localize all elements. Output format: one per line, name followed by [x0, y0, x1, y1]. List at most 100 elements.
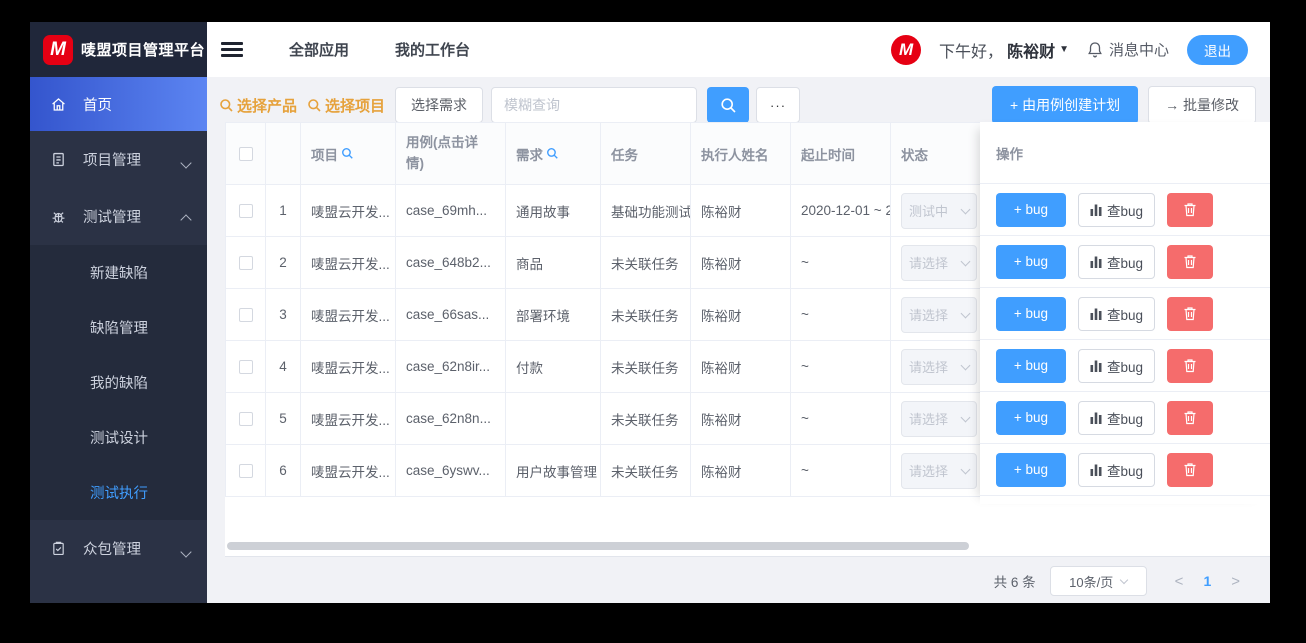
select-project-link[interactable]: 选择项目	[307, 95, 385, 116]
view-bug-button[interactable]: 查bug	[1078, 296, 1156, 331]
sidebar-item-test-mgmt[interactable]: 测试管理	[30, 188, 207, 245]
delete-button[interactable]	[1167, 296, 1214, 331]
pager: < 1 >	[1161, 573, 1254, 590]
operations-row: + bug 查bug	[980, 340, 1270, 392]
trash-icon	[1184, 307, 1196, 321]
add-bug-button[interactable]: + bug	[996, 452, 1066, 487]
select-requirement-button[interactable]: 选择需求	[395, 87, 484, 123]
add-bug-button[interactable]: + bug	[996, 400, 1066, 435]
view-bug-label: 查bug	[1107, 411, 1144, 427]
operations-header: 操作	[980, 122, 1270, 184]
status-select[interactable]: 请选择	[901, 296, 977, 333]
app-title: 唛盟项目管理平台	[81, 42, 206, 59]
sidebar-item-clipped[interactable]	[30, 595, 207, 603]
cell-usecase[interactable]: case_648b2...	[395, 236, 506, 289]
delete-button[interactable]	[1167, 400, 1214, 435]
sidebar-item-test-design[interactable]: 测试设计	[30, 410, 207, 465]
sidebar-item-label: 众包管理	[83, 542, 141, 558]
cell-dates: 2020-12-01 ~ 20	[790, 184, 891, 237]
cell-task: 未关联任务	[600, 236, 691, 289]
select-project-label: 选择项目	[325, 97, 386, 115]
sidebar-item-crowdsourcing[interactable]: 众包管理	[30, 520, 207, 577]
search-button[interactable]	[707, 87, 750, 123]
delete-button[interactable]	[1167, 452, 1214, 487]
delete-button[interactable]	[1167, 244, 1214, 279]
select-product-link[interactable]: 选择产品	[219, 95, 297, 116]
fuzzy-search-input[interactable]	[491, 87, 698, 123]
create-plan-button[interactable]: + 由用例创建计划	[992, 86, 1139, 124]
prev-page-button[interactable]: <	[1175, 573, 1184, 590]
row-checkbox[interactable]	[238, 256, 253, 271]
operations-row: + bug 查bug	[980, 236, 1270, 288]
view-bug-label: 查bug	[1107, 307, 1144, 323]
current-page[interactable]: 1	[1203, 573, 1211, 589]
row-checkbox[interactable]	[238, 360, 253, 375]
status-select[interactable]: 请选择	[901, 452, 977, 489]
sidebar-item-home[interactable]: 首页	[30, 77, 207, 131]
avatar[interactable]: M	[891, 34, 922, 65]
batch-edit-button[interactable]: → 批量修改	[1148, 86, 1256, 124]
status-select[interactable]: 测试中	[901, 192, 977, 229]
sidebar-item-my-defects[interactable]: 我的缺陷	[30, 355, 207, 410]
row-checkbox[interactable]	[238, 204, 253, 219]
row-checkbox[interactable]	[238, 308, 253, 323]
add-bug-button[interactable]: + bug	[996, 348, 1066, 383]
page-size-select[interactable]: 10条/页	[1049, 566, 1147, 596]
cell-task: 未关联任务	[600, 444, 691, 497]
cell-usecase[interactable]: case_69mh...	[395, 184, 506, 237]
sidebar-item-project-mgmt[interactable]: 项目管理	[30, 131, 207, 188]
add-bug-button[interactable]: + bug	[996, 296, 1066, 331]
operations-row: + bug 查bug	[980, 444, 1270, 496]
collapse-menu-icon[interactable]	[221, 42, 243, 57]
tab-all-apps[interactable]: 全部应用	[289, 39, 349, 60]
search-icon[interactable]	[341, 147, 354, 160]
user-menu[interactable]: 下午好， 陈裕财 ▼	[939, 38, 1069, 62]
cell-dates: ~	[790, 288, 891, 341]
add-bug-button[interactable]: + bug	[996, 192, 1066, 227]
select-product-label: 选择产品	[237, 97, 298, 115]
pagination: 共 6 条 10条/页 < 1 >	[994, 565, 1254, 597]
chevron-down-icon	[960, 412, 971, 422]
view-bug-button[interactable]: 查bug	[1078, 348, 1156, 383]
sidebar-item-test-execution[interactable]: 测试执行	[30, 465, 207, 520]
cell-usecase[interactable]: case_62n8n...	[395, 392, 506, 445]
logout-button[interactable]: 退出	[1187, 34, 1248, 65]
arrow-right-icon: →	[1165, 97, 1180, 113]
view-bug-button[interactable]: 查bug	[1078, 244, 1156, 279]
add-bug-button[interactable]: + bug	[996, 244, 1066, 279]
sidebar-item-new-defect[interactable]: 新建缺陷	[30, 245, 207, 300]
test-mgmt-submenu: 新建缺陷 缺陷管理 我的缺陷 测试设计 测试执行	[30, 245, 207, 520]
more-filters-button[interactable]: ···	[756, 87, 801, 123]
document-icon	[53, 152, 64, 167]
message-center-link[interactable]: 消息中心	[1087, 39, 1169, 60]
next-page-button[interactable]: >	[1231, 573, 1240, 590]
sub-item-label: 缺陷管理	[90, 321, 148, 337]
status-select[interactable]: 请选择	[901, 348, 977, 385]
cell-usecase[interactable]: case_6yswv...	[395, 444, 506, 497]
view-bug-button[interactable]: 查bug	[1078, 452, 1156, 487]
delete-button[interactable]	[1167, 348, 1214, 383]
cell-usecase[interactable]: case_62n8ir...	[395, 340, 506, 393]
select-all-checkbox[interactable]	[238, 147, 253, 162]
tab-my-workbench[interactable]: 我的工作台	[395, 39, 470, 60]
top-header: 全部应用 我的工作台 M 下午好， 陈裕财 ▼ 消息中心 退出	[207, 22, 1270, 77]
status-select[interactable]: 请选择	[901, 400, 977, 437]
cell-project: 唛盟云开发...	[300, 444, 396, 497]
row-checkbox[interactable]	[238, 412, 253, 427]
view-bug-button[interactable]: 查bug	[1078, 400, 1156, 435]
bar-chart-icon	[1090, 464, 1102, 476]
search-icon[interactable]	[546, 147, 559, 160]
view-bug-button[interactable]: 查bug	[1078, 192, 1156, 227]
cell-dates: ~	[790, 340, 891, 393]
sidebar-item-defect-mgmt[interactable]: 缺陷管理	[30, 300, 207, 355]
col-requirement: 需求	[505, 122, 601, 185]
chevron-down-icon	[180, 155, 192, 169]
cell-task: 未关联任务	[600, 340, 691, 393]
message-center-label: 消息中心	[1108, 42, 1169, 59]
horizontal-scrollbar[interactable]	[227, 542, 969, 550]
row-checkbox[interactable]	[238, 464, 253, 479]
cell-usecase[interactable]: case_66sas...	[395, 288, 506, 341]
operations-row: + bug 查bug	[980, 392, 1270, 444]
status-select[interactable]: 请选择	[901, 244, 977, 281]
delete-button[interactable]	[1167, 192, 1214, 227]
